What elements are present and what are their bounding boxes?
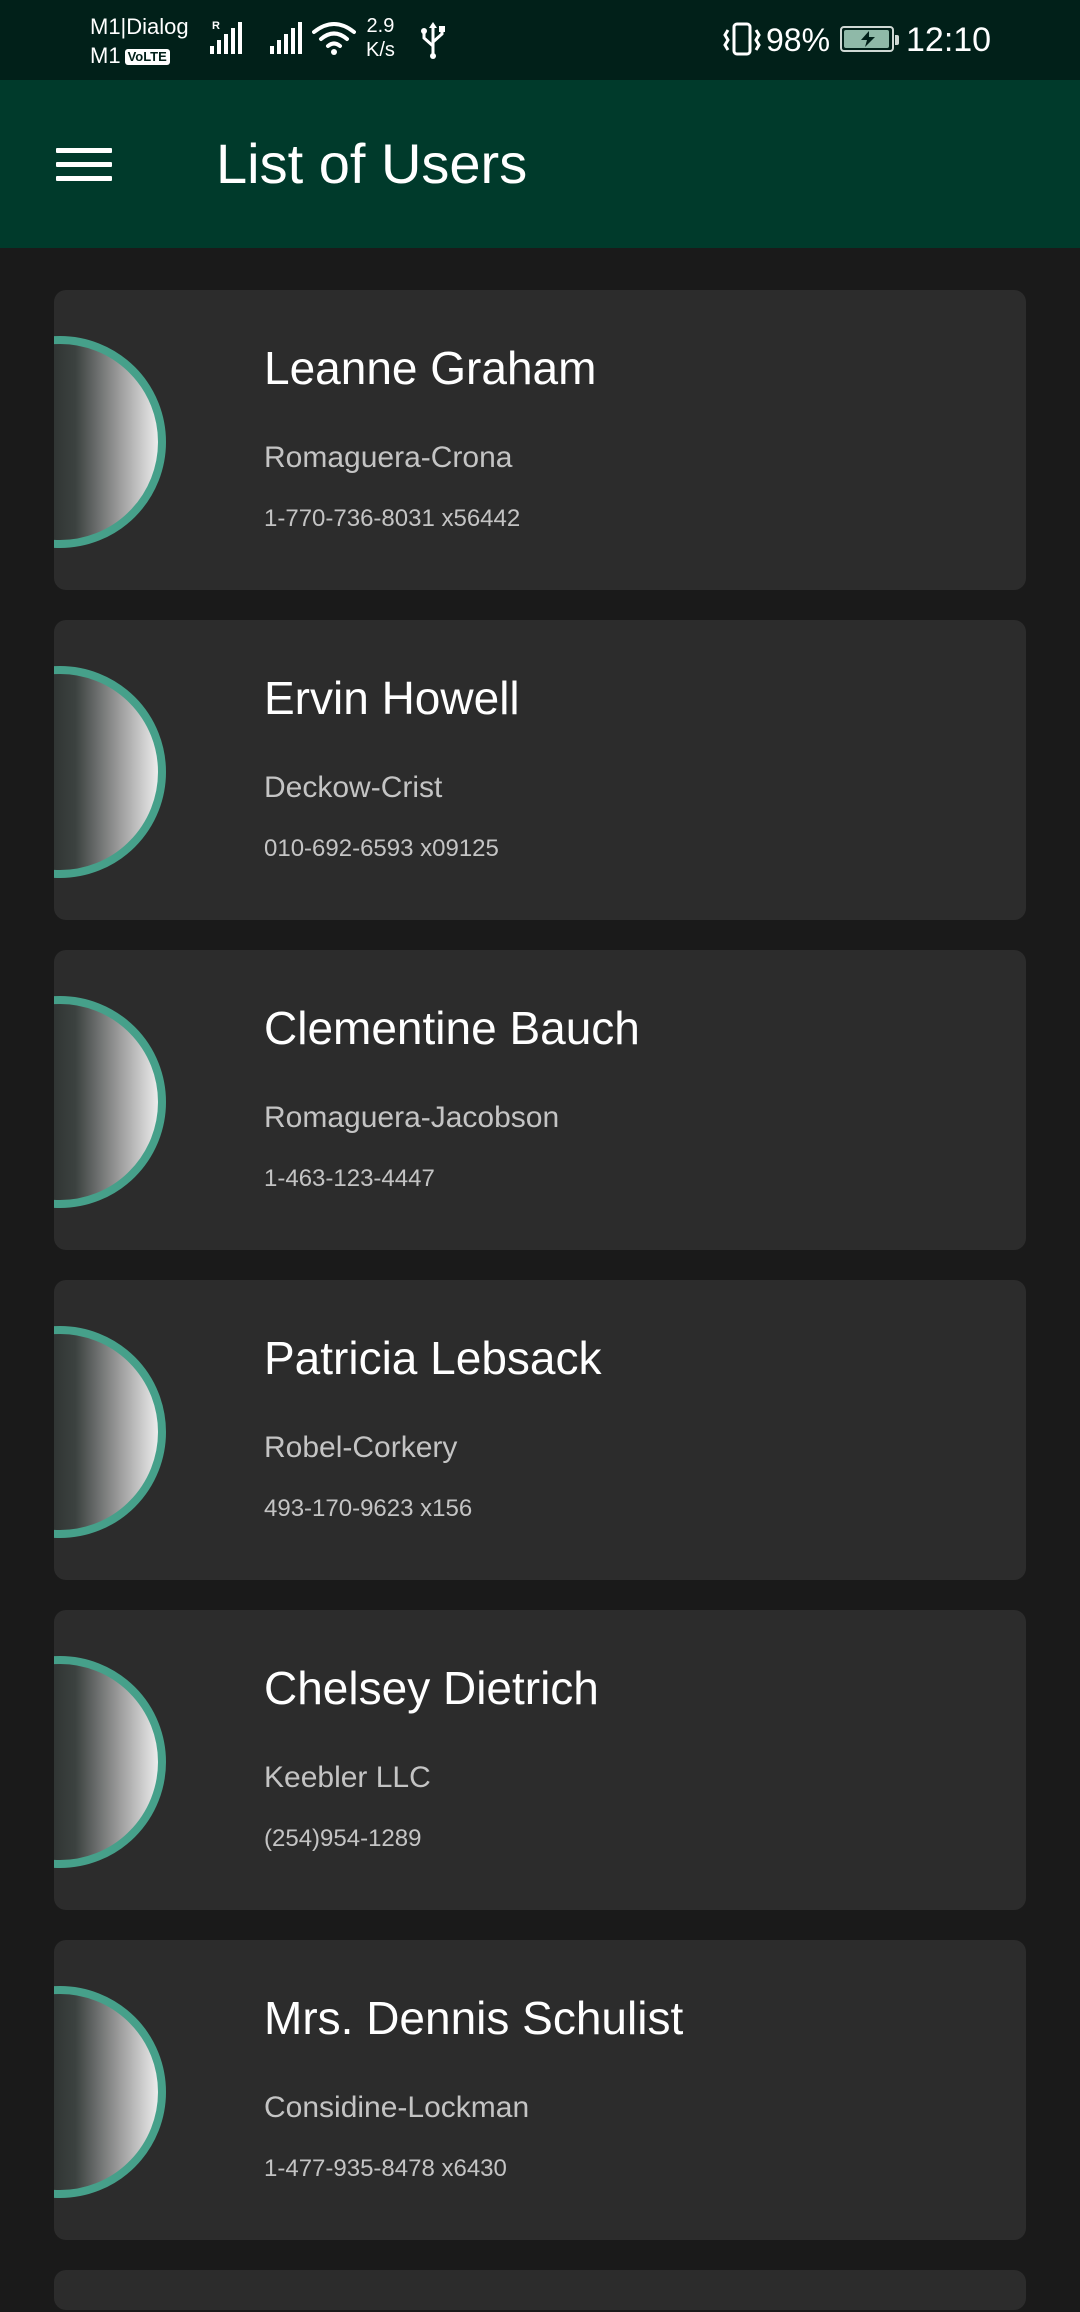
user-name: Patricia Lebsack xyxy=(264,1332,602,1384)
user-phone: 010-692-6593 x09125 xyxy=(264,835,499,862)
avatar xyxy=(54,336,166,548)
app-bar: List of Users xyxy=(0,80,1080,248)
carrier-1-label: M1|Dialog xyxy=(90,14,189,39)
user-company: Deckow-Crist xyxy=(264,771,443,804)
avatar xyxy=(54,666,166,878)
battery-charging-icon xyxy=(840,26,899,52)
user-card-partial[interactable] xyxy=(54,2270,1026,2310)
user-name: Clementine Bauch xyxy=(264,1002,640,1054)
signal-icon-2 xyxy=(270,22,304,54)
user-name: Ervin Howell xyxy=(264,672,520,724)
user-card[interactable]: Mrs. Dennis Schulist Considine-Lockman 1… xyxy=(54,1940,1026,2240)
user-name: Leanne Graham xyxy=(264,342,597,394)
user-list: Leanne Graham Romaguera-Crona 1-770-736-… xyxy=(54,290,1026,2310)
status-time: 12:10 xyxy=(906,21,992,59)
volte-badge: VoLTE xyxy=(124,49,170,65)
carrier-info: M1|Dialog M1 VoLTE xyxy=(90,12,189,70)
usb-icon xyxy=(421,22,445,59)
network-speed-value: 2.9 xyxy=(366,15,395,37)
network-speed: 2.9 K/s xyxy=(366,14,395,62)
roaming-indicator: R xyxy=(212,20,220,32)
hamburger-menu-icon[interactable] xyxy=(44,134,122,194)
user-company: Romaguera-Jacobson xyxy=(264,1101,560,1134)
user-phone: 1-463-123-4447 xyxy=(264,1165,435,1192)
network-speed-unit: K/s xyxy=(366,39,395,61)
user-card[interactable]: Patricia Lebsack Robel-Corkery 493-170-9… xyxy=(54,1280,1026,1580)
user-card[interactable]: Ervin Howell Deckow-Crist 010-692-6593 x… xyxy=(54,620,1026,920)
user-phone: (254)954-1289 xyxy=(264,1825,422,1852)
user-phone: 1-770-736-8031 x56442 xyxy=(264,505,521,532)
avatar xyxy=(54,996,166,1208)
vibrate-icon xyxy=(723,22,761,56)
wifi-icon xyxy=(312,22,356,55)
page-title: List of Users xyxy=(216,132,528,195)
user-phone: 1-477-935-8478 x6430 xyxy=(264,2155,507,2182)
user-company: Robel-Corkery xyxy=(264,1431,458,1464)
status-bar: M1|Dialog M1 VoLTE R 2.9 K/s 98% 12:10 xyxy=(0,0,1080,80)
carrier-2-row: M1 VoLTE xyxy=(90,41,189,70)
carrier-2-label: M1 xyxy=(90,43,121,68)
user-name: Chelsey Dietrich xyxy=(264,1662,599,1714)
battery-percent: 98% xyxy=(766,22,831,58)
user-card[interactable]: Leanne Graham Romaguera-Crona 1-770-736-… xyxy=(54,290,1026,590)
user-company: Romaguera-Crona xyxy=(264,441,513,474)
avatar xyxy=(54,1656,166,1868)
avatar xyxy=(54,1326,166,1538)
user-company: Keebler LLC xyxy=(264,1761,431,1794)
user-card[interactable]: Clementine Bauch Romaguera-Jacobson 1-46… xyxy=(54,950,1026,1250)
user-name: Mrs. Dennis Schulist xyxy=(264,1992,684,2044)
avatar xyxy=(54,1986,166,2198)
user-company: Considine-Lockman xyxy=(264,2091,530,2124)
user-phone: 493-170-9623 x156 xyxy=(264,1495,473,1522)
user-card[interactable]: Chelsey Dietrich Keebler LLC (254)954-12… xyxy=(54,1610,1026,1910)
